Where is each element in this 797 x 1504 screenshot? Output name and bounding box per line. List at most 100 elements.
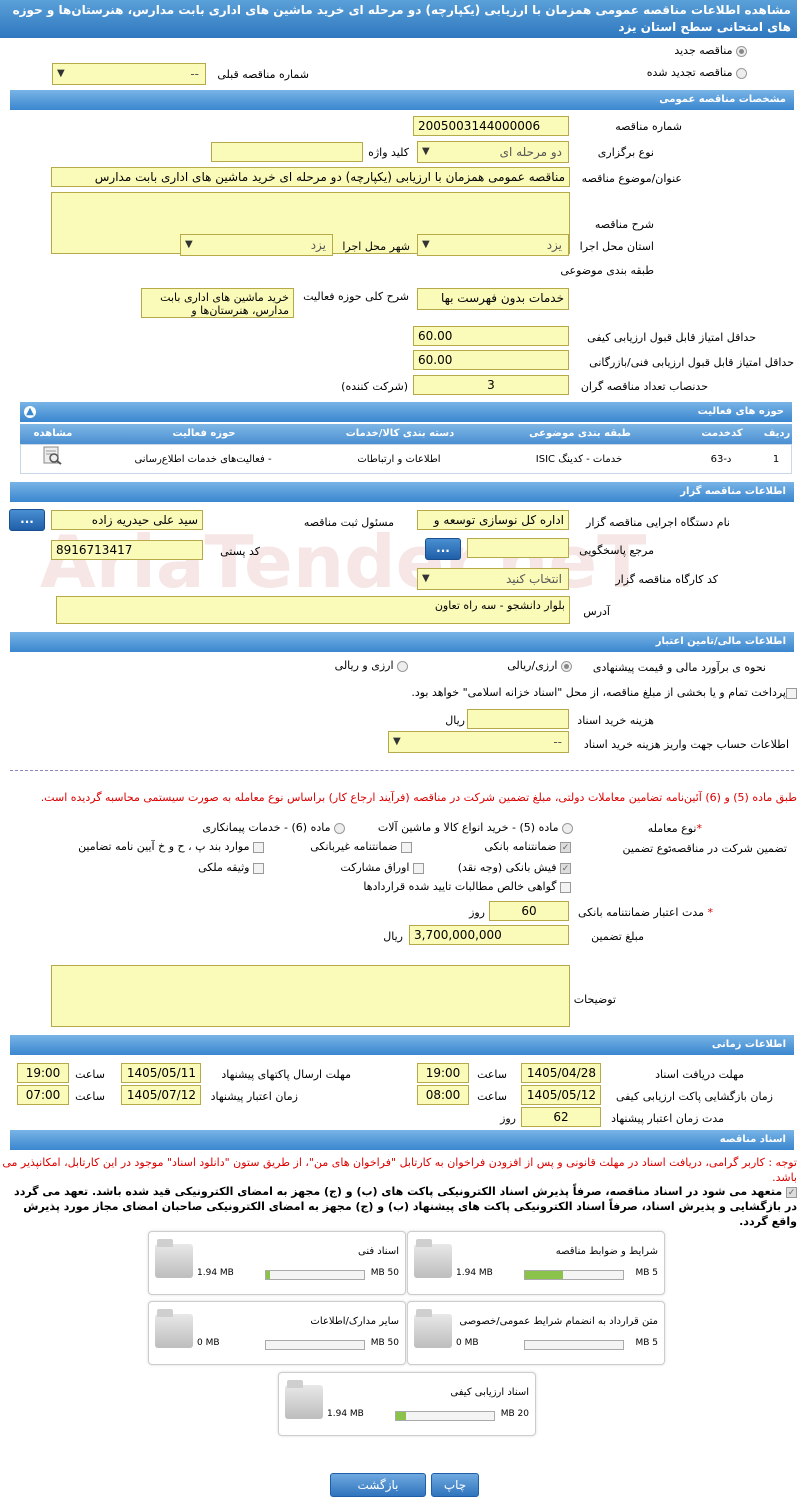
folder-icon [414,1309,452,1348]
method-opt2-radio[interactable]: ارزی و ریالی [335,659,408,672]
col-scope: حوزه فعالیت [172,428,236,439]
validity-unit: روز [469,906,485,919]
print-button[interactable]: چاپ [431,1473,479,1497]
file-box[interactable]: اسناد ارزیابی کیفی 20 MB 1.94 MB [278,1372,536,1436]
send-time-label: ساعت [75,1068,105,1081]
section-finance: اطلاعات مالی/تامین اعتبار [10,632,794,652]
open-time[interactable]: 08:00 [417,1085,469,1105]
subject-field[interactable]: مناقصه عمومی همزمان با ارزیابی (یکپارچه)… [51,167,570,187]
keyword-field[interactable] [211,142,363,162]
method-label: نحوه ی برآورد مالی و قیمت پیشنهادی [592,661,766,674]
postal-field[interactable]: 8916713417 [51,540,203,560]
back-button[interactable]: بازگشت [330,1473,426,1497]
workshop-label: کد کارگاه مناقصه گزار [615,573,718,586]
recv-label: مهلت دریافت اسناد [655,1068,744,1081]
min-quality-label: حداقل امتیاز قابل قبول ارزیابی کیفی [587,331,756,344]
resp-field[interactable]: سید علی حیدریه زاده [51,510,203,530]
number-label: شماره مناقصه [615,120,682,133]
file-box[interactable]: متن قرارداد به انضمام شرایط عمومی/خصوصی … [407,1301,665,1365]
province-select[interactable]: یزد ▼ [417,234,569,256]
page-title: مشاهده اطلاعات مناقصه عمومی همزمان با ار… [0,0,797,38]
send-time[interactable]: 19:00 [17,1063,69,1083]
recv-time[interactable]: 19:00 [417,1063,469,1083]
dur-label: مدت زمان اعتبار پیشنهاد [611,1112,724,1125]
quorum-label: حدنصاب تعداد مناقصه گران [580,380,708,393]
org-field[interactable]: اداره کل نوسازی توسعه و [417,510,569,530]
address-label: آدرس [583,605,610,618]
treasury-checkbox[interactable]: پرداخت تمام و یا بخشی از مبلغ مناقصه، از… [411,686,797,699]
open-date[interactable]: 1405/05/12 [521,1085,601,1105]
workshop-select[interactable]: انتخاب کنید ▼ [417,568,569,590]
recv-date[interactable]: 1405/04/28 [521,1063,601,1083]
file-box[interactable]: سایر مدارک/اطلاعات 50 MB 0 MB [148,1301,406,1365]
dur-field[interactable]: 62 [521,1107,601,1127]
min-tech-label: حداقل امتیاز قابل قبول ارزیابی فنی/بازرگ… [589,356,794,369]
g7-checkbox[interactable]: گواهی خالص مطالبات تایید شده قراردادها [363,880,571,893]
col-row: ردیف [763,428,791,439]
prev-number-select[interactable]: -- ▼ [52,63,206,85]
number-field[interactable]: 2005003144000006 [413,116,569,136]
category-field[interactable]: خدمات بدون فهرست بها [417,288,569,310]
folder-icon [414,1239,452,1278]
quorum-unit: (شرکت کننده) [341,380,408,393]
valid-time[interactable]: 07:00 [17,1085,69,1105]
file-box[interactable]: شرایط و ضوابط مناقصه 5 MB 1.94 MB [407,1231,665,1295]
amount-label: مبلغ تضمین [591,930,644,943]
view-icon[interactable] [19,445,85,478]
quorum-field[interactable]: 3 [413,375,569,395]
doc-cost-field[interactable] [467,709,569,729]
upload-progress [524,1340,624,1350]
file-box[interactable]: اسناد فنی 50 MB 1.94 MB [148,1231,406,1295]
deal-opt2-radio[interactable]: ماده (6) - خدمات پیمانکاری [202,821,345,834]
scope-label: شرح کلی حوزه فعالیت [303,290,409,303]
new-tender-radio[interactable]: مناقصه جدید [674,44,747,57]
postal-label: کد پستی [220,545,260,558]
notes-textarea[interactable] [51,965,570,1027]
address-textarea[interactable]: بلوار دانشجو - سه راه تعاون [56,596,570,624]
deal-opt1-radio[interactable]: ماده (5) - خرید انواع کالا و ماشین آلات [378,821,573,834]
account-select[interactable]: -- ▼ [388,731,569,753]
resp-lookup-button[interactable]: ... [9,509,45,531]
valid-date[interactable]: 1405/07/12 [121,1085,201,1105]
g3-checkbox[interactable]: موارد بند پ ، ح و خ آیین نامه تضامین [78,840,264,853]
city-select[interactable]: یزد ▼ [180,234,333,256]
ref-lookup-button[interactable]: ... [425,538,461,560]
g2-checkbox[interactable]: ضمانتنامه غیربانکی [310,840,412,853]
holding-select[interactable]: دو مرحله ای ▼ [417,141,569,163]
org-label: نام دستگاه اجرایی مناقصه گزار [586,516,730,529]
min-tech-field[interactable]: 60.00 [413,350,569,370]
upload-progress [265,1270,365,1280]
subject-label: عنوان/موضوع مناقصه [581,172,682,185]
ref-field[interactable] [467,538,569,558]
docs-notice: توجه : کاربر گرامی، دریافت اسناد در مهلت… [2,1156,797,1184]
amount-field[interactable]: 3,700,000,000 [409,925,569,945]
doc-cost-label: هزینه خرید اسناد [577,714,654,727]
collapse-icon[interactable]: ▲ [24,406,36,418]
dur-unit: روز [500,1112,516,1125]
recv-time-label: ساعت [477,1068,507,1081]
method-opt1-radio[interactable]: ارزی/ریالی [507,659,572,672]
section-organizer: اطلاعات مناقصه گزار [10,482,794,502]
keyword-label: کلید واژه [368,146,409,159]
scope-textarea[interactable]: خرید ماشین های اداری بابت مدارس، هنرستان… [141,288,294,318]
resp-label: مسئول ثبت مناقصه [303,516,394,529]
holding-label: نوع برگزاری [597,146,654,159]
col-group: دسته بندی کالا/خدمات [345,428,455,439]
folder-icon [155,1239,193,1278]
g1-checkbox[interactable]: ضمانتنامه بانکی [484,840,571,853]
desc-label: شرح مناقصه [594,218,654,231]
folder-icon [155,1309,193,1348]
notes-label: توضیحات [573,993,616,1006]
guar-label: تضمین شرکت در مناقصه: [667,842,787,855]
prev-number-label: شماره مناقصه قبلی [217,68,309,81]
min-quality-field[interactable]: 60.00 [413,326,569,346]
g4-checkbox[interactable]: فیش بانکی (وجه نقد) [458,861,571,874]
upload-progress [265,1340,365,1350]
g5-checkbox[interactable]: اوراق مشارکت [340,861,424,874]
g6-checkbox[interactable]: وثیقه ملکی [198,861,264,874]
renewed-tender-radio[interactable]: مناقصه تجدید شده [647,66,747,79]
ref-label: مرجع پاسخگویی [579,544,654,557]
send-date[interactable]: 1405/05/11 [121,1063,201,1083]
validity-field[interactable]: 60 [489,901,569,921]
open-label: زمان بازگشایی پاکت ارزیابی کیفی [615,1090,773,1103]
